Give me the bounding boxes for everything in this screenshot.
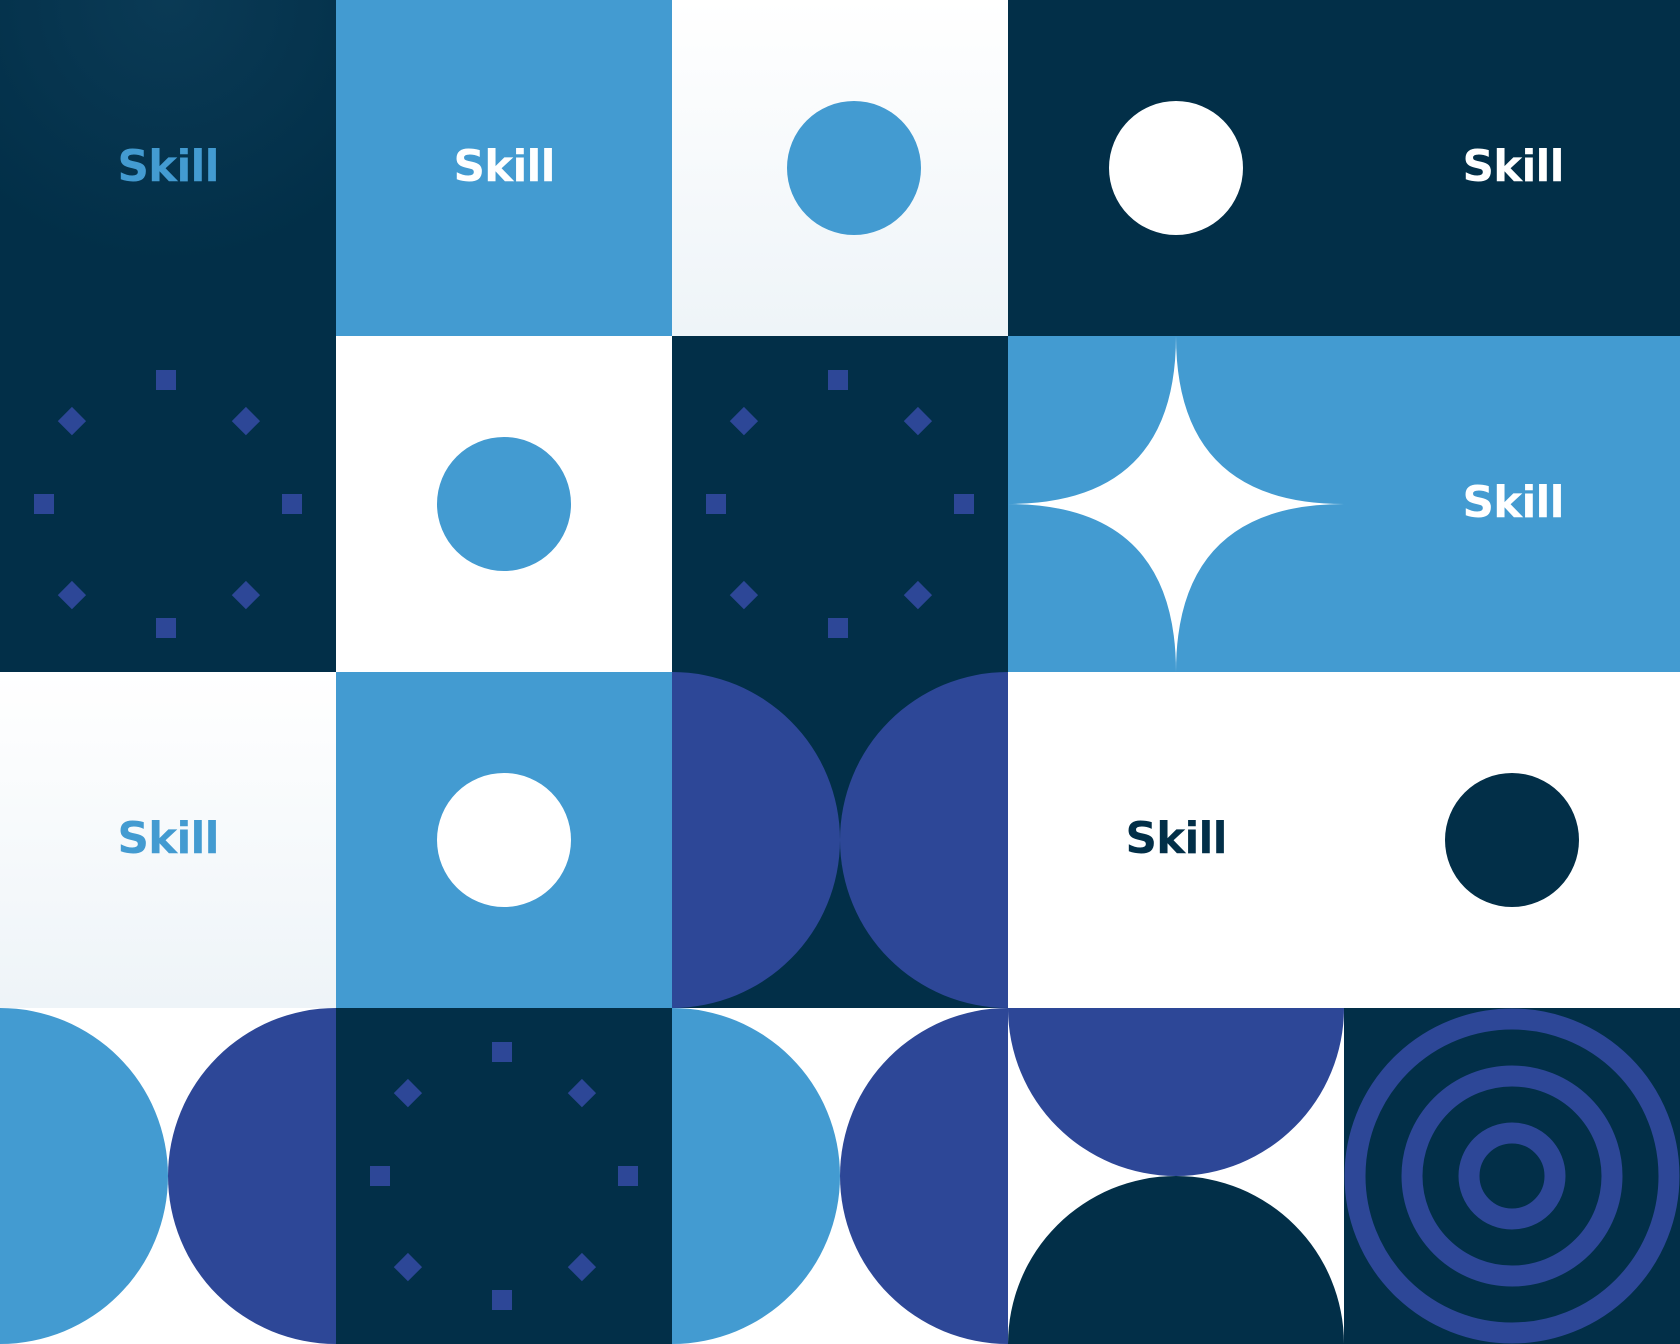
half-circles-icon (672, 672, 1008, 1008)
tile-navy-dots (0, 336, 336, 672)
half-circles-icon (0, 1008, 336, 1344)
tile-navy-rings (1344, 1008, 1680, 1344)
pattern-canvas: Skill Skill Skill Skill Skill Skill (0, 0, 1680, 1344)
stacked-half-circles-icon (1008, 1008, 1344, 1344)
dot-ring-icon (34, 370, 302, 638)
skill-label: Skill (117, 141, 219, 192)
tile-blue-star: Skill (1008, 336, 1680, 672)
tile-white-wide: Skill (1008, 672, 1680, 1008)
tile-navy-dots (672, 336, 1008, 672)
skill-label: Skill (453, 141, 555, 192)
blue-circle-icon (437, 437, 571, 571)
tile-blue-circle (336, 672, 672, 1008)
half-circles-icon (672, 1008, 1008, 1344)
tile-white-semis (0, 1008, 336, 1344)
concentric-rings-icon (1344, 1008, 1680, 1344)
tile-navy-wide: Skill (1008, 0, 1680, 336)
tile-white-semis (672, 1008, 1008, 1344)
skill-label: Skill (1462, 141, 1564, 192)
tile-white-circle (336, 336, 672, 672)
tile-white-stacked-semis (1008, 1008, 1344, 1344)
tile-blue: Skill (336, 0, 672, 336)
skill-label: Skill (117, 813, 219, 864)
tile-navy-half-circles (672, 672, 1008, 1008)
blue-circle-icon (787, 101, 921, 235)
four-point-star-icon (1008, 336, 1344, 672)
tile-navy-grain: Skill (0, 0, 336, 336)
tile-paper: Skill (0, 672, 336, 1008)
tile-navy-dots (336, 1008, 672, 1344)
white-circle-icon (1109, 101, 1243, 235)
dot-ring-icon (706, 370, 974, 638)
dot-ring-icon (370, 1042, 638, 1310)
navy-circle-icon (1445, 773, 1579, 907)
skill-label: Skill (1462, 477, 1564, 528)
tile-paper-circle (672, 0, 1008, 336)
white-circle-icon (437, 773, 571, 907)
